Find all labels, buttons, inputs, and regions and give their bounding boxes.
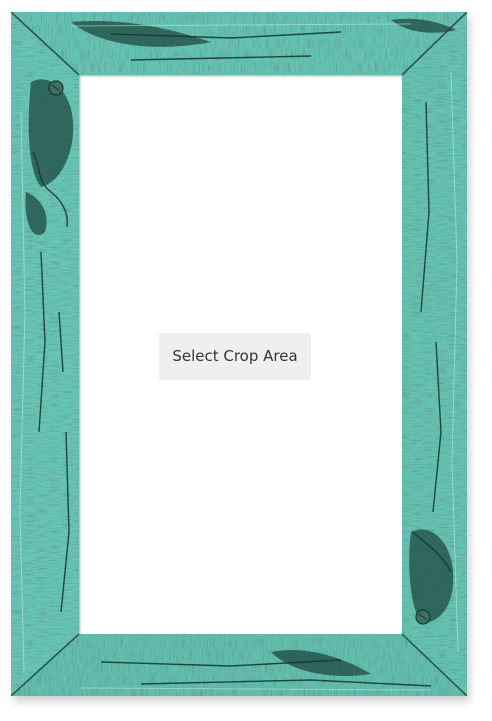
select-crop-area-button[interactable]: Select Crop Area — [159, 333, 311, 380]
frame-preview: Select Crop Area — [0, 0, 492, 721]
